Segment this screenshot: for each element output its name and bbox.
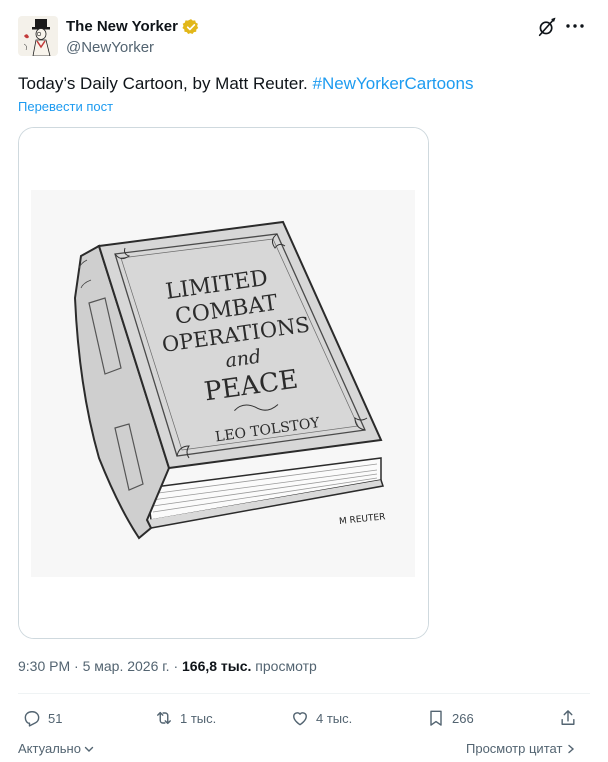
author-handle[interactable]: @NewYorker bbox=[66, 38, 154, 58]
heart-icon bbox=[293, 712, 307, 726]
repost-icon bbox=[157, 711, 171, 725]
tweet-text: Today’s Daily Cartoon, by Matt Reuter. #… bbox=[18, 72, 473, 96]
bookmark-count: 266 bbox=[452, 710, 474, 726]
author-name-row[interactable]: The New Yorker bbox=[66, 17, 200, 37]
verified-badge-icon bbox=[182, 18, 200, 36]
action-bar: 51 1 тыс. 4 тыс. 266 bbox=[18, 705, 590, 731]
like-button[interactable]: 4 тыс. bbox=[290, 705, 352, 731]
hashtag-link[interactable]: #NewYorkerCartoons bbox=[313, 74, 474, 93]
like-count: 4 тыс. bbox=[316, 710, 353, 726]
chevron-down-icon bbox=[84, 746, 94, 752]
tweet-timestamp[interactable]: 9:30 PM · 5 мар. 2026 г. · bbox=[18, 658, 182, 674]
sort-dropdown[interactable]: Актуально bbox=[18, 741, 95, 757]
sort-label: Актуально bbox=[18, 741, 81, 756]
reply-icon bbox=[24, 711, 40, 727]
cartoon-image: LIMITED COMBAT OPERATIONS and PEACE LEO … bbox=[19, 128, 428, 638]
author-name[interactable]: The New Yorker bbox=[66, 17, 178, 37]
avatar[interactable] bbox=[18, 16, 58, 56]
repost-button[interactable]: 1 тыс. bbox=[154, 705, 216, 731]
reply-button[interactable]: 51 bbox=[22, 705, 62, 731]
view-quotes-link[interactable]: Просмотр цитат bbox=[466, 741, 576, 757]
share-icon bbox=[561, 710, 575, 725]
divider bbox=[18, 693, 590, 694]
share-button[interactable] bbox=[558, 705, 578, 731]
more-options-icon[interactable] bbox=[563, 14, 587, 38]
bookmark-icon bbox=[430, 710, 442, 726]
tweet-media[interactable]: LIMITED COMBAT OPERATIONS and PEACE LEO … bbox=[18, 127, 429, 639]
reply-count: 51 bbox=[48, 710, 63, 726]
views-label: просмотр bbox=[251, 658, 317, 674]
tweet-meta: 9:30 PM · 5 мар. 2026 г. · 166,8 тыс. пр… bbox=[18, 656, 317, 676]
views-count: 166,8 тыс. bbox=[182, 658, 252, 674]
bookmark-button[interactable]: 266 bbox=[426, 705, 474, 731]
view-quotes-label: Просмотр цитат bbox=[466, 741, 563, 756]
tweet-body: Today’s Daily Cartoon, by Matt Reuter. bbox=[18, 74, 313, 93]
translate-post-link[interactable]: Перевести пост bbox=[18, 99, 113, 115]
chevron-right-icon bbox=[568, 744, 575, 754]
repost-count: 1 тыс. bbox=[180, 710, 217, 726]
grok-icon[interactable] bbox=[536, 16, 558, 38]
